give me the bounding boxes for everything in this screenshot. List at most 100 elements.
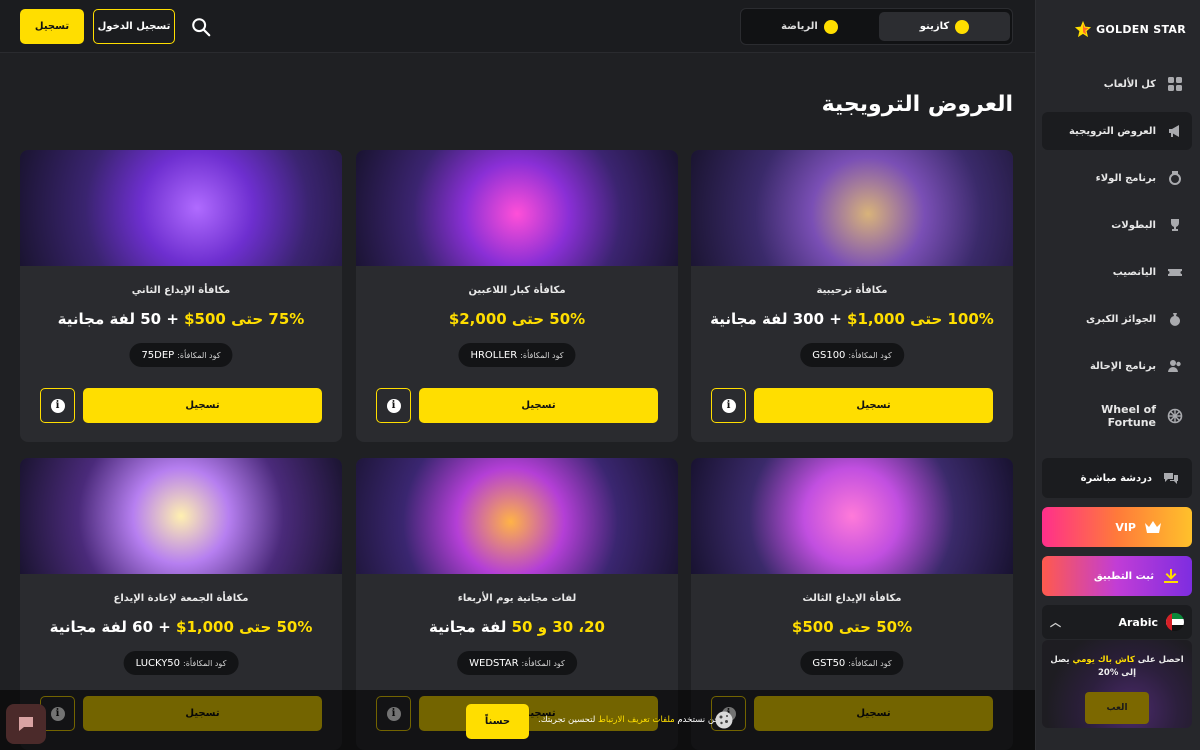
install-app-button[interactable]: ثبت التطبيق <box>1042 556 1192 596</box>
promo-offer: 50% حتى 1,000$ + 60 لفة مجانية <box>20 618 342 636</box>
wheel-icon <box>1166 407 1184 425</box>
cookie-icon <box>715 711 733 729</box>
sidebar-item-loyalty[interactable]: برنامج الولاء <box>1042 159 1192 197</box>
promo-offer-rest: + 300 لفة مجانية <box>710 310 848 328</box>
ticket-icon <box>1166 263 1184 281</box>
cookie-bar: حسناً نحن نستخدم ملفات تعريف الارتباط لت… <box>0 696 1035 750</box>
install-app-label: ثبت التطبيق <box>1093 570 1154 582</box>
bonus-code-pill[interactable]: كود المكافأة: LUCKY50 <box>123 651 239 675</box>
live-chat-label: دردشة مباشرة <box>1080 472 1152 484</box>
cashback-promo: احصل على كاش باك يومي يصل إلى %20 العب <box>1042 640 1192 728</box>
promo-title: لفات مجانية يوم الأربعاء <box>457 593 577 604</box>
bonus-code-value: 75DEP <box>141 349 175 361</box>
chat-icon <box>1162 469 1180 487</box>
cookie-text-after: لتحسين تجربتك. <box>538 715 599 725</box>
promo-offer-highlight: 50% حتى 500$ <box>791 618 913 636</box>
bonus-code-value: WEDSTAR <box>469 657 519 669</box>
chat-bubble-icon <box>19 717 33 731</box>
bonus-code-pill[interactable]: كود المكافأة: GST50 <box>800 651 904 675</box>
promo-offer: 50% حتى 2,000$ <box>356 310 678 328</box>
cashback-text-before: احصل على <box>1134 655 1184 665</box>
sidebar-item-referral[interactable]: برنامج الإحالة <box>1042 347 1192 385</box>
page-title: العروض الترويجية <box>821 92 1013 117</box>
uae-flag-icon <box>1166 613 1184 631</box>
football-icon <box>823 19 838 34</box>
promo-image <box>20 150 342 266</box>
cashback-highlight: كاش باك يومي <box>1072 655 1135 665</box>
sidebar-item-tournaments[interactable]: البطولات <box>1042 206 1192 244</box>
sidebar-item-label: الجوائز الكبرى <box>1085 313 1156 325</box>
sidebar-item-wheel-of-fortune[interactable]: Wheel of Fortune <box>1042 396 1192 436</box>
search-icon[interactable] <box>190 16 212 38</box>
promo-card: مكافأة كبار اللاعبين 50% حتى 2,000$ كود ال… <box>356 150 678 442</box>
bonus-code-pill[interactable]: كود المكافأة: WEDSTAR <box>457 651 577 675</box>
promo-info-button[interactable]: i <box>40 388 75 423</box>
crown-icon <box>1144 518 1162 536</box>
promo-offer: 50% حتى 500$ <box>691 618 1013 636</box>
login-button[interactable]: تسجيل الدخول <box>93 9 175 44</box>
sidebar: GOLDEN STAR كل الألعاب العروض الترويجية … <box>1035 0 1200 750</box>
bonus-code-label: كود المكافأة: <box>183 658 227 668</box>
sidebar-item-promotions[interactable]: العروض الترويجية <box>1042 112 1192 150</box>
promo-offer-highlight: 75% حتى 500$ <box>184 310 305 328</box>
promo-info-button[interactable]: i <box>711 388 746 423</box>
promo-offer: 75% حتى 500$ + 50 لفة مجانية <box>20 310 342 328</box>
bonus-code-value: GST50 <box>812 657 846 669</box>
cookie-accept-button[interactable]: حسناً <box>466 704 529 739</box>
bonus-code-label: كود المكافأة: <box>848 658 892 668</box>
download-icon <box>1162 567 1180 585</box>
promo-register-button[interactable]: تسجيل <box>754 388 993 423</box>
promo-card: مكافأة الإيداع الثاني 75% حتى 500$ + 50 ل… <box>20 150 342 442</box>
bonus-code-value: HROLLER <box>470 349 518 361</box>
bonus-code-value: LUCKY50 <box>135 657 181 669</box>
register-button[interactable]: تسجيل <box>20 9 84 44</box>
floating-chat-button[interactable] <box>6 704 46 744</box>
tab-casino[interactable]: كازينو <box>879 12 1010 41</box>
sidebar-item-label: البطولات <box>1111 219 1156 231</box>
promo-offer-highlight: 50% حتى 1,000$ <box>176 618 313 636</box>
promo-image <box>356 458 678 574</box>
cashback-play-button[interactable]: العب <box>1085 692 1149 724</box>
promo-offer-rest: لفة مجانية <box>429 618 512 636</box>
bonus-code-pill[interactable]: كود المكافأة: 75DEP <box>129 343 233 367</box>
promo-offer: 20، 30 و 50 لفة مجانية <box>356 618 678 636</box>
sidebar-item-label: برنامج الولاء <box>1095 172 1156 184</box>
sidebar-item-label: اليانصيب <box>1112 266 1156 278</box>
promo-info-button[interactable]: i <box>376 388 411 423</box>
bonus-code-pill[interactable]: كود المكافأة: HROLLER <box>458 343 576 367</box>
users-icon <box>1166 357 1184 375</box>
cashback-text: احصل على كاش باك يومي يصل إلى %20 <box>1050 654 1184 680</box>
promo-title: مكافأة الإيداع الثالث <box>802 593 902 604</box>
sidebar-item-all-games[interactable]: كل الألعاب <box>1042 65 1192 103</box>
megaphone-icon <box>1166 122 1184 140</box>
promo-image <box>691 458 1013 574</box>
tab-casino-label: كازينو <box>919 21 950 32</box>
promo-register-button[interactable]: تسجيل <box>419 388 658 423</box>
app-root: تسجيل تسجيل الدخول كازينو الرياضة GOLDEN… <box>0 0 1200 750</box>
cookie-link[interactable]: ملفات تعريف الارتباط <box>598 715 675 725</box>
sidebar-item-lottery[interactable]: اليانصيب <box>1042 253 1192 291</box>
info-icon: i <box>721 398 736 413</box>
language-selector[interactable]: Arabic ︿ <box>1042 605 1192 639</box>
chevron-up-icon: ︿ <box>1050 616 1061 629</box>
sidebar-item-jackpots[interactable]: الجوائز الكبرى <box>1042 300 1192 338</box>
sidebar-item-label: العروض الترويجية <box>1068 125 1156 137</box>
medal-icon <box>1166 169 1184 187</box>
live-chat-button[interactable]: دردشة مباشرة <box>1042 458 1192 498</box>
sidebar-item-label: برنامج الإحالة <box>1089 360 1156 372</box>
promo-title: مكافأة كبار اللاعبين <box>468 285 566 296</box>
promo-register-button[interactable]: تسجيل <box>83 388 322 423</box>
promo-image <box>356 150 678 266</box>
bonus-code-label: كود المكافأة: <box>520 350 564 360</box>
tab-sport-label: الرياضة <box>781 21 818 32</box>
brand-logo[interactable]: GOLDEN STAR <box>1074 14 1186 44</box>
top-bar: تسجيل تسجيل الدخول كازينو الرياضة <box>0 0 1035 53</box>
brand-name: GOLDEN STAR <box>1096 22 1186 36</box>
vip-button[interactable]: VIP <box>1042 507 1192 547</box>
tab-sport[interactable]: الرياضة <box>744 12 875 41</box>
bonus-code-pill[interactable]: كود المكافأة: GS100 <box>800 343 904 367</box>
cookie-text: نحن نستخدم ملفات تعريف الارتباط لتحسين ت… <box>538 715 722 725</box>
promo-title: مكافأة ترحيبية <box>816 285 888 296</box>
promo-image <box>20 458 342 574</box>
info-icon: i <box>386 398 401 413</box>
